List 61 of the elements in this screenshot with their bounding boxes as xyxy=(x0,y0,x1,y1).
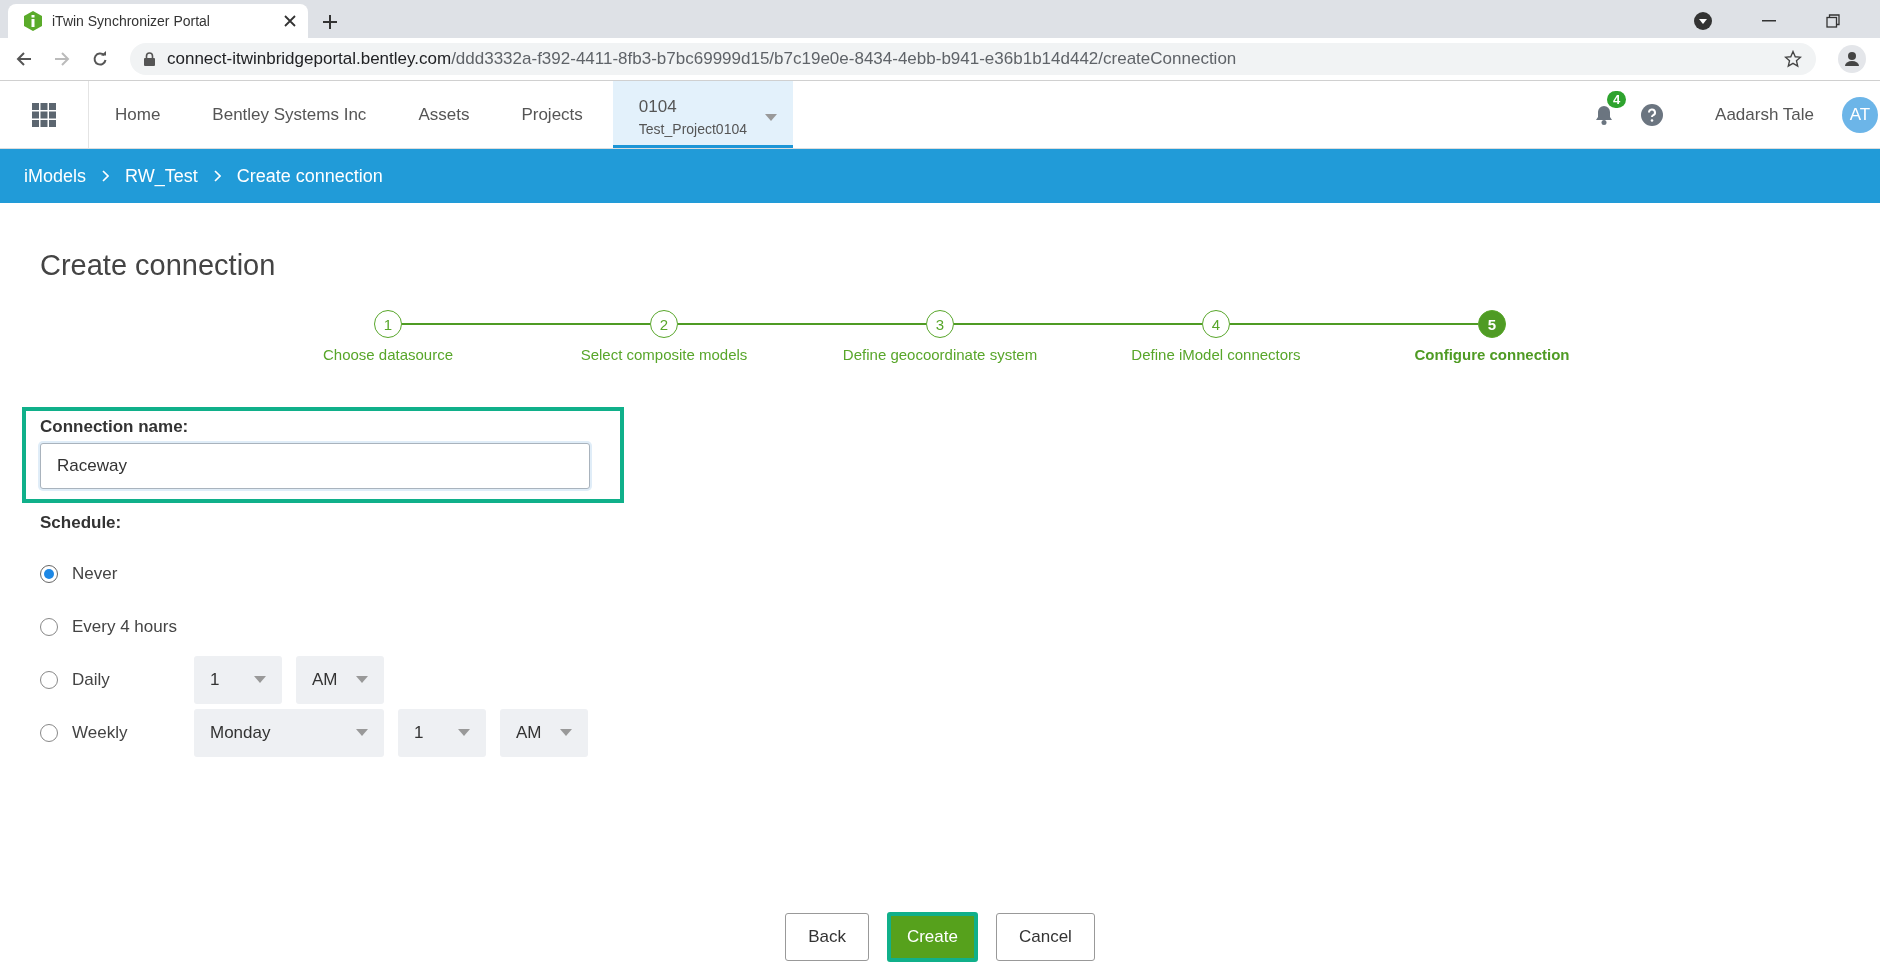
connection-name-input[interactable]: Raceway xyxy=(40,443,590,489)
address-bar[interactable]: connect-itwinbridgeportal.bentley.com/ddd3332a-f392-4411-8fb3-b7bc69999d15/b7c19e0e-8434-4ebb-b941-e36b1b14d442/createConnection xyxy=(130,43,1816,75)
step-number: 1 xyxy=(374,310,402,338)
app-grid-icon[interactable] xyxy=(32,102,56,127)
close-icon[interactable] xyxy=(284,15,296,27)
radio-button[interactable] xyxy=(40,723,58,742)
radio-button[interactable] xyxy=(40,564,58,583)
star-icon[interactable] xyxy=(1784,50,1802,68)
action-button[interactable]: Back xyxy=(785,913,869,961)
chevron-right-icon xyxy=(213,170,221,182)
browser-tab[interactable]: iTwin Synchronizer Portal xyxy=(8,4,308,38)
nav-link[interactable]: Assets xyxy=(392,81,496,148)
step-label: Configure connection xyxy=(1414,346,1570,363)
step-number: 3 xyxy=(926,310,954,338)
user-name[interactable]: Aadarsh Tale xyxy=(1715,104,1814,125)
plus-icon[interactable] xyxy=(322,14,338,30)
radio-button[interactable] xyxy=(40,670,58,689)
schedule-radio[interactable]: Weekly xyxy=(40,722,194,743)
caret-icon xyxy=(254,676,266,683)
field-label: Schedule: xyxy=(40,513,123,533)
profile-icon[interactable] xyxy=(1838,45,1866,73)
minimize-icon[interactable] xyxy=(1762,20,1776,22)
reload-icon[interactable] xyxy=(92,51,108,67)
dropdown[interactable]: AM xyxy=(296,655,384,704)
project-selector[interactable]: 0104 Test_Project0104 xyxy=(612,81,793,148)
radio-button[interactable] xyxy=(40,617,58,636)
step-number: 2 xyxy=(650,310,678,338)
dropdown[interactable]: 1 xyxy=(194,655,282,704)
step-number: 5 xyxy=(1478,310,1506,338)
field-label: Connection name: xyxy=(40,417,190,437)
step-number: 4 xyxy=(1202,310,1230,338)
caret-icon xyxy=(765,113,777,121)
schedule-radio[interactable]: Never xyxy=(40,563,194,584)
bell-icon[interactable] xyxy=(1595,104,1614,125)
lock-icon xyxy=(144,52,155,66)
step-label: Define geocoordinate system xyxy=(842,346,1038,363)
restore-icon[interactable] xyxy=(1826,14,1840,28)
dropdown-circle-icon[interactable] xyxy=(1694,12,1712,30)
help-icon[interactable] xyxy=(1641,103,1664,126)
schedule-radio[interactable]: Every 4 hours xyxy=(40,616,194,637)
step-label: Select composite models xyxy=(580,346,748,363)
chevron-right-icon xyxy=(102,170,110,182)
dropdown[interactable]: Monday xyxy=(194,708,384,757)
schedule-radio[interactable]: Daily xyxy=(40,669,194,690)
hexagon-logo-icon xyxy=(24,11,42,31)
page-title: Create connection xyxy=(40,249,277,282)
back-arrow-icon[interactable] xyxy=(16,51,32,67)
dropdown[interactable]: AM xyxy=(500,708,588,757)
caret-icon xyxy=(356,676,368,683)
caret-icon xyxy=(356,729,368,736)
step-label: Choose datasource xyxy=(322,346,454,363)
nav-link[interactable]: Bentley Systems Inc xyxy=(186,81,393,148)
nav-link[interactable]: Home xyxy=(89,81,187,148)
url-text: connect-itwinbridgeportal.bentley.com/ddd3332a-f392-4411-8fb3-b7bc69999d15/b7c19e0e-8434-4ebb-b941-e36b1b14d442/createConnection xyxy=(167,49,1238,69)
dropdown[interactable]: 1 xyxy=(398,708,486,757)
caret-icon xyxy=(458,729,470,736)
action-button[interactable]: Cancel xyxy=(995,913,1095,961)
nav-link[interactable]: Projects xyxy=(495,81,609,148)
notification-badge: 4 xyxy=(1607,90,1627,108)
step-label: Define iModel connectors xyxy=(1131,346,1301,363)
caret-icon xyxy=(560,729,572,736)
